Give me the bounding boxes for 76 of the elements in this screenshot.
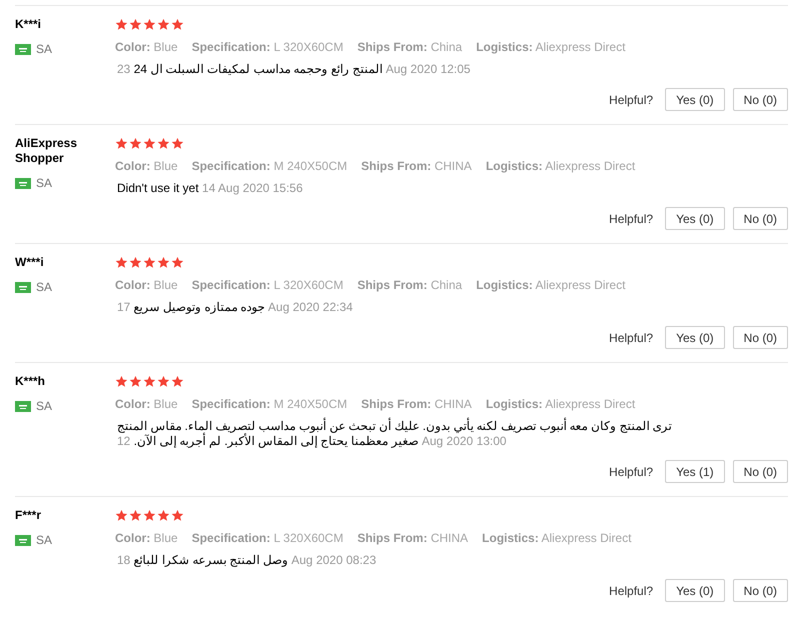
no-button[interactable]: No (0)	[732, 88, 788, 111]
star-icon	[129, 256, 142, 269]
yes-button[interactable]: Yes (0)	[665, 326, 725, 349]
country-code: SA	[36, 532, 52, 549]
flag-icon	[15, 178, 31, 188]
star-icon	[115, 509, 128, 522]
star-icon	[157, 509, 170, 522]
country-code: SA	[36, 279, 52, 296]
helpful-label: Helpful?	[609, 210, 654, 228]
star-icon	[115, 256, 128, 269]
star-icon	[171, 375, 184, 388]
star-icon	[115, 18, 128, 31]
star-icon	[115, 137, 128, 150]
helpful-label: Helpful?	[609, 330, 654, 346]
product-attribute: Ships From: CHINA	[361, 396, 472, 413]
product-attribute: Logistics: Aliexpress Direct	[486, 158, 636, 175]
star-icon	[157, 137, 170, 150]
star-icon	[115, 375, 128, 388]
reviewer-name: K***h	[15, 374, 46, 389]
reviewer-name: K***i	[15, 17, 42, 32]
flag-icon	[15, 282, 31, 292]
star-icon	[171, 137, 184, 150]
star-icon	[143, 18, 156, 31]
product-attribute: Specification: L 320X60CM	[192, 39, 344, 56]
product-attribute: Specification: L 320X60CM	[192, 530, 344, 547]
flag-icon	[15, 44, 31, 54]
reviewer-name: F***r	[15, 508, 42, 523]
no-button[interactable]: No (0)	[732, 207, 788, 230]
star-icon	[157, 18, 170, 31]
no-button[interactable]: No (0)	[732, 579, 788, 602]
yes-button[interactable]: Yes (0)	[665, 88, 725, 111]
product-attribute: Ships From: CHINA	[357, 530, 468, 547]
product-attribute: Color: Blue	[115, 39, 178, 56]
product-attribute: Specification: L 320X60CM	[192, 277, 344, 294]
product-attribute: Logistics: Aliexpress Direct	[476, 39, 626, 56]
product-attribute: Ships From: China	[357, 39, 462, 56]
star-icon	[129, 137, 142, 150]
star-icon	[143, 137, 156, 150]
product-attribute: Color: Blue	[115, 277, 178, 294]
country-code: SA	[36, 175, 52, 192]
reviewer-name: W***i	[15, 255, 45, 270]
product-attribute: Ships From: China	[357, 277, 462, 294]
helpful-label: Helpful?	[609, 464, 654, 480]
review-text: Didn't use it yet 14 Aug 2020 15:56	[116, 181, 304, 196]
star-icon	[157, 375, 170, 388]
star-icon	[143, 509, 156, 522]
star-icon	[129, 375, 142, 388]
star-icon	[143, 375, 156, 388]
product-attribute: Logistics: Aliexpress Direct	[482, 530, 632, 547]
star-icon	[129, 18, 142, 31]
product-attribute: Logistics: Aliexpress Direct	[476, 277, 626, 294]
no-button[interactable]: No (0)	[732, 460, 788, 483]
star-icon	[143, 256, 156, 269]
country-code: SA	[36, 398, 52, 415]
star-icon	[171, 509, 184, 522]
yes-button[interactable]: Yes (0)	[665, 579, 725, 602]
star-icon	[157, 256, 170, 269]
reviewer-name: AliExpress Shopper	[15, 136, 78, 166]
yes-button[interactable]: Yes (1)	[665, 460, 725, 483]
flag-icon	[15, 400, 31, 412]
star-icon	[129, 509, 142, 522]
product-attribute: Color: Blue	[115, 158, 178, 175]
yes-button[interactable]: Yes (0)	[665, 207, 725, 230]
product-attribute: Ships From: CHINA	[361, 158, 472, 175]
flag-icon	[15, 534, 31, 546]
no-button[interactable]: No (0)	[732, 326, 788, 349]
helpful-label: Helpful?	[609, 582, 654, 600]
star-icon	[171, 18, 184, 31]
country-code: SA	[36, 41, 52, 58]
product-attribute: Specification: M 240X50CM	[192, 396, 348, 413]
helpful-label: Helpful?	[609, 92, 654, 108]
product-attribute: Specification: M 240X50CM	[192, 158, 348, 175]
star-icon	[171, 256, 184, 269]
product-attribute: Color: Blue	[115, 396, 178, 413]
product-attribute: Color: Blue	[115, 530, 178, 547]
product-attribute: Logistics: Aliexpress Direct	[486, 396, 636, 413]
